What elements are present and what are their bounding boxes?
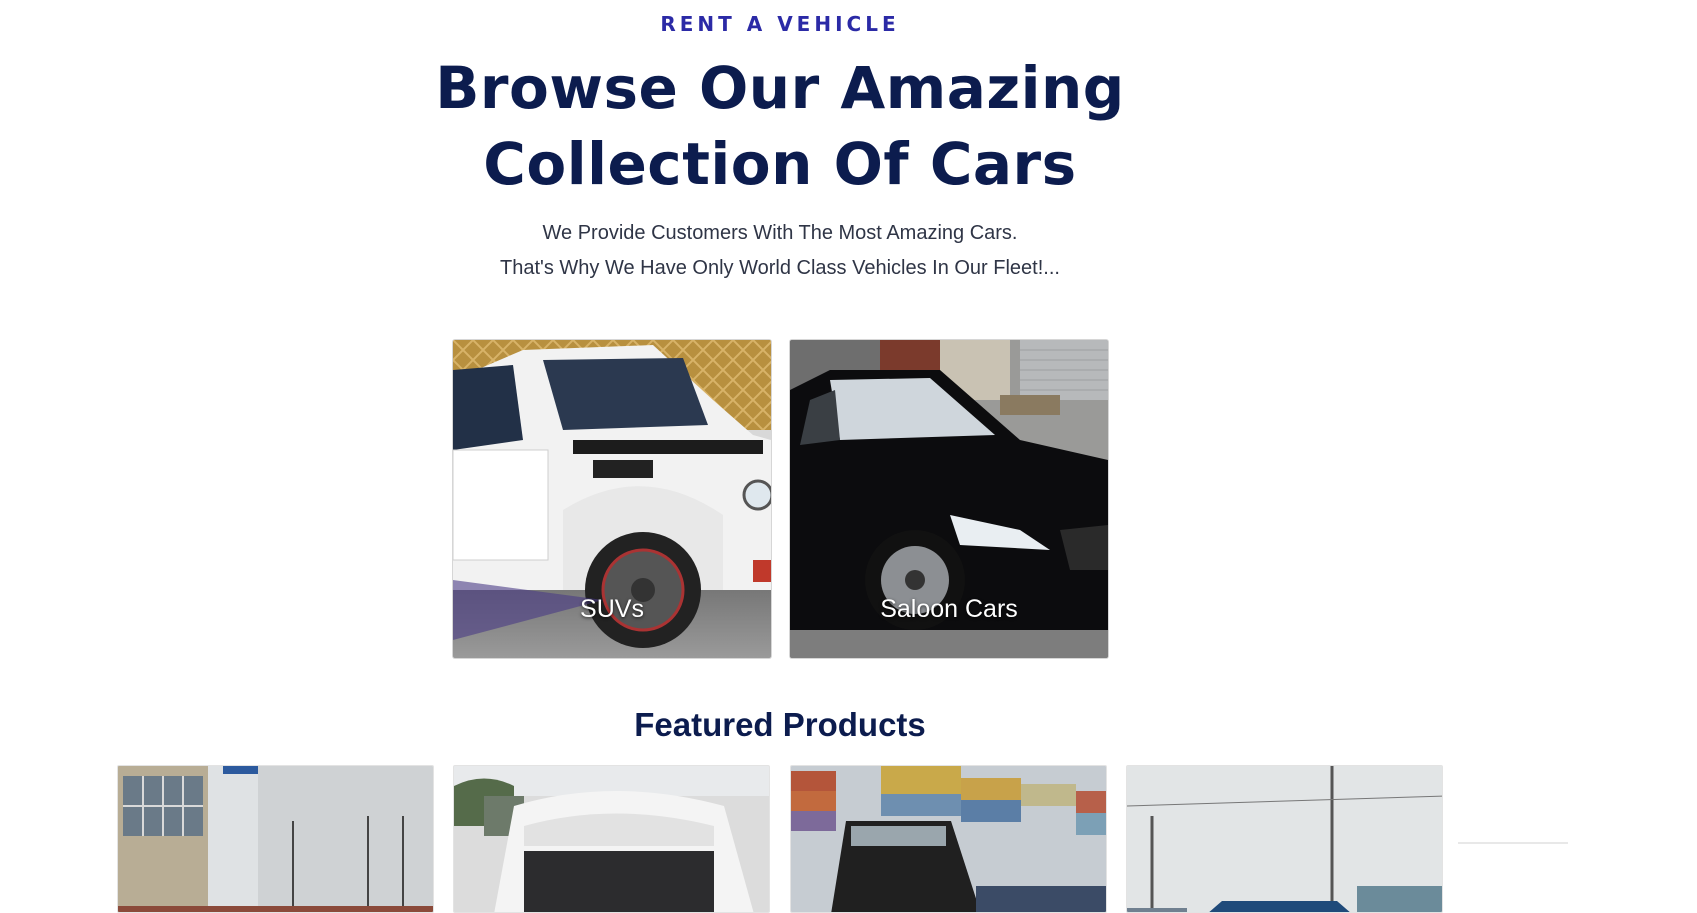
dealership-lot-photo bbox=[118, 766, 433, 912]
page-title-line-1: Browse Our Amazing bbox=[435, 54, 1125, 122]
white-van-photo bbox=[454, 766, 769, 912]
category-label: Saloon Cars bbox=[880, 595, 1018, 623]
page-title: Browse Our Amazing Collection Of Cars bbox=[0, 50, 1560, 202]
hero-description-line-2: That's Why We Have Only World Class Vehi… bbox=[500, 257, 1060, 279]
category-label: SUVs bbox=[580, 595, 644, 623]
featured-products-heading: Featured Products bbox=[634, 706, 926, 743]
blue-vehicle-street-photo bbox=[1127, 766, 1442, 912]
shipping-containers-suv-photo bbox=[791, 766, 1106, 912]
featured-product-card[interactable] bbox=[1126, 765, 1443, 913]
category-card-suvs[interactable]: SUVs bbox=[453, 340, 771, 658]
featured-product-card[interactable] bbox=[453, 765, 770, 913]
section-eyebrow: RENT A VEHICLE bbox=[660, 12, 900, 36]
hero-description: We Provide Customers With The Most Amazi… bbox=[0, 216, 1560, 286]
category-card-saloon-cars[interactable]: Saloon Cars bbox=[790, 340, 1108, 658]
hero-description-line-1: We Provide Customers With The Most Amazi… bbox=[542, 222, 1018, 244]
featured-product-card[interactable] bbox=[790, 765, 1107, 913]
page-title-line-2: Collection Of Cars bbox=[483, 130, 1077, 198]
divider bbox=[1458, 842, 1568, 844]
featured-product-card[interactable] bbox=[117, 765, 434, 913]
